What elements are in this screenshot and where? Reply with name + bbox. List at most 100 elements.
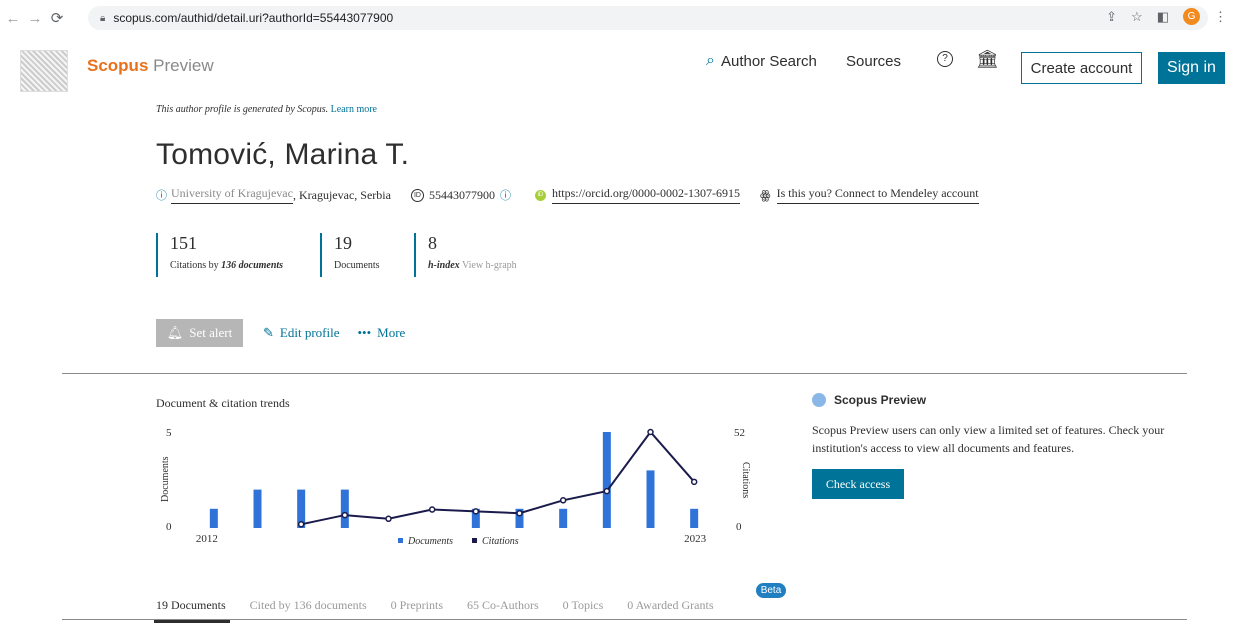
learn-more-link[interactable]: Learn more	[331, 104, 377, 115]
documents-value: 19	[334, 233, 352, 253]
documents-bar	[340, 489, 349, 528]
edit-profile-label: Edit profile	[279, 325, 340, 340]
documents-bar	[559, 508, 568, 528]
menu-dots-icon[interactable]: ⋮	[1214, 9, 1227, 25]
chart-title: Document & citation trends	[156, 396, 290, 410]
documents-bar	[602, 432, 611, 528]
y2-tick-max: 52	[734, 427, 745, 439]
share-icon[interactable]: ⇪	[1106, 9, 1117, 25]
city-text: , Kragujevac, Serbia	[292, 187, 391, 202]
citations-point	[472, 508, 480, 515]
citations-point	[385, 515, 392, 523]
orcid-link[interactable]: https://orcid.org/0000-0002-1307-6915	[551, 186, 741, 204]
documents-bar	[209, 508, 218, 528]
citations-line	[300, 430, 695, 526]
university-link[interactable]: University of Kragujevac	[171, 186, 293, 204]
info-icon[interactable]: ⓘ	[156, 187, 167, 203]
author-search-link[interactable]: ⌕ Author Search	[706, 52, 817, 70]
y-tick-min: 0	[166, 521, 172, 533]
forward-icon[interactable]: →	[26, 10, 44, 27]
scopus-preview-panel: Scopus Preview Scopus Preview users can …	[812, 393, 1182, 499]
documents-label: Documents	[334, 260, 380, 271]
citations-label: Citations by 136 documents	[170, 260, 283, 271]
hindex-value: 8	[428, 233, 437, 253]
profile-avatar[interactable]: G	[1183, 8, 1200, 25]
tab-3[interactable]: 65 Co-Authors	[467, 598, 539, 613]
profile-tabs: 19 Documents Cited by 136 documents 0 Prep…	[154, 598, 738, 623]
citations-point	[428, 506, 436, 513]
y2-axis-label: Citations	[740, 462, 751, 498]
orcid-icon: iD	[534, 189, 546, 201]
hindex-metric: 8 h-index View h-graph	[414, 233, 517, 277]
legend-citations-swatch	[472, 538, 477, 543]
scopus-id-icon: ID	[410, 188, 424, 202]
citations-point	[341, 511, 349, 519]
author-search-label: Author Search	[720, 52, 817, 70]
tab-4[interactable]: 0 Topics	[563, 598, 604, 613]
sign-in-button[interactable]: Sign in	[1158, 52, 1225, 84]
y-tick-max: 5	[166, 427, 172, 439]
legend-documents-label: Documents	[407, 536, 453, 547]
scopus-brand[interactable]: Scopus Preview	[87, 56, 214, 76]
set-alert-button[interactable]: 🔔︎ Set alert	[156, 319, 243, 347]
elsevier-logo[interactable]	[20, 50, 68, 92]
preview-text: Scopus Preview users can only view a lim…	[812, 423, 1165, 455]
citations-point	[297, 521, 305, 528]
documents-bar	[646, 470, 655, 528]
y-axis-label: Documents	[160, 456, 171, 502]
profile-note-text: This author profile is generated by Scop…	[156, 104, 329, 115]
check-access-button[interactable]: Check access	[812, 469, 904, 499]
bookmark-star-icon[interactable]: ☆	[1131, 9, 1143, 25]
mendeley-link[interactable]: Is this you? Connect to Mendeley account	[776, 186, 979, 204]
citations-metric[interactable]: 151 Citations by 136 documents	[156, 233, 283, 277]
section-divider	[62, 373, 1187, 374]
tab-5[interactable]: 0 Awarded Grants	[627, 598, 713, 613]
search-icon: ⌕	[706, 52, 715, 69]
documents-bar	[690, 508, 699, 528]
pencil-icon: ✎	[263, 325, 274, 340]
documents-metric[interactable]: 19 Documents	[320, 233, 380, 277]
browser-toolbar: ← → ⟳ 🔒︎ scopus.com/authid/detail.uri?au…	[0, 0, 1235, 36]
author-meta: ⓘ University of Kragujevac , Kragujevac,…	[156, 186, 979, 204]
citations-value: 151	[170, 233, 197, 253]
citations-point	[559, 497, 567, 504]
lock-icon: 🔒︎	[100, 12, 106, 24]
hindex-label-text: h-index	[428, 260, 460, 271]
brand-main: Scopus	[87, 56, 149, 75]
x-tick-end: 2023	[684, 533, 707, 545]
create-account-button[interactable]: Create account	[1021, 52, 1142, 84]
edit-profile-link[interactable]: ✎ Edit profile	[263, 325, 339, 341]
y2-tick-min: 0	[736, 521, 742, 533]
url-text[interactable]: scopus.com/authid/detail.uri?authorId=55…	[113, 11, 393, 25]
bell-icon: 🔔︎	[166, 325, 184, 340]
mendeley-icon: ꙮ	[760, 187, 771, 202]
scopus-id-info-icon[interactable]: ⓘ	[500, 187, 511, 203]
tabs-divider	[62, 619, 1187, 620]
tab-2[interactable]: 0 Preprints	[391, 598, 443, 613]
scopus-preview-icon	[812, 393, 826, 407]
document-citation-chart: 5 0 52 0 Documents Citations 2012 2023 Documents…	[160, 427, 751, 547]
citations-point	[690, 478, 698, 486]
view-h-graph-link[interactable]: View h-graph	[462, 260, 517, 271]
brand-sub: Preview	[153, 56, 214, 75]
more-label: More	[377, 325, 406, 340]
sidepanel-icon[interactable]: ◧	[1157, 9, 1169, 25]
more-menu[interactable]: ••• More	[357, 325, 405, 341]
tab-1[interactable]: Cited by 136 documents	[250, 598, 367, 613]
dots-icon: •••	[357, 325, 372, 340]
back-icon[interactable]: ←	[4, 10, 22, 27]
address-bar[interactable]: 🔒︎ scopus.com/authid/detail.uri?authorId…	[88, 6, 1208, 30]
beta-badge: Beta	[756, 583, 786, 598]
x-tick-start: 2012	[196, 533, 218, 545]
legend-citations-label: Citations	[482, 536, 519, 547]
author-name: Tomović, Marina T.	[156, 138, 410, 171]
citations-label-docs: 136 documents	[221, 260, 284, 271]
documents-bar	[253, 489, 262, 528]
institution-icon[interactable]: 🏛︎	[976, 49, 999, 70]
set-alert-label: Set alert	[189, 325, 233, 340]
citations-point	[647, 428, 654, 436]
reload-icon[interactable]: ⟳	[48, 9, 66, 27]
tab-0[interactable]: 19 Documents	[154, 598, 230, 623]
help-icon[interactable]: ?	[937, 51, 953, 67]
sources-link[interactable]: Sources	[846, 53, 901, 70]
